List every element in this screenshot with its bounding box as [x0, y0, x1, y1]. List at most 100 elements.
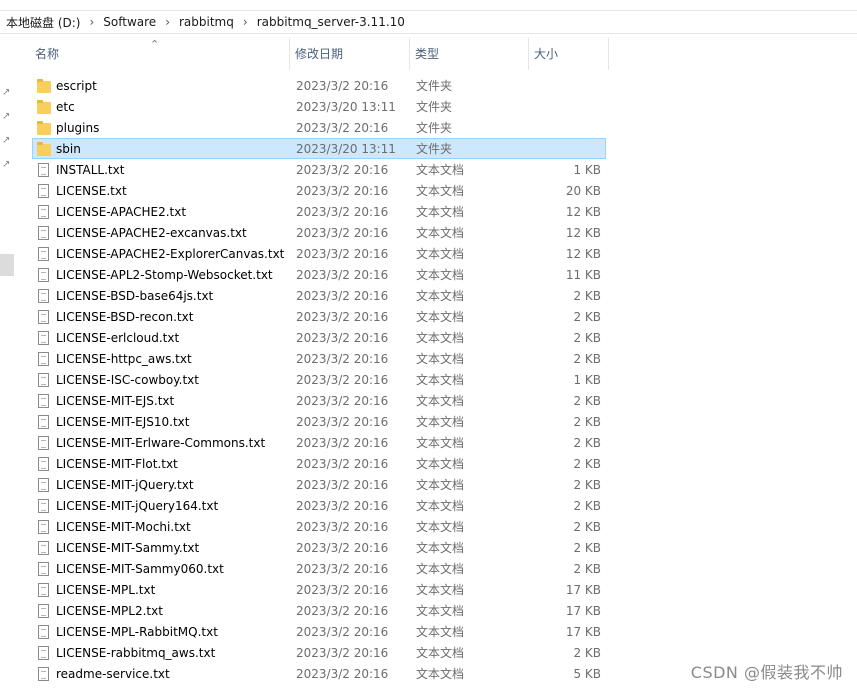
text-file-icon: [38, 373, 49, 387]
file-name: LICENSE-MPL-RabbitMQ.txt: [56, 625, 218, 639]
text-file-icon: [38, 625, 49, 639]
file-row[interactable]: LICENSE.txt 2023/3/2 20:16 文本文档 20 KB: [32, 180, 606, 201]
file-type: 文本文档: [416, 625, 465, 639]
file-date: 2023/3/2 20:16: [296, 373, 389, 387]
file-row[interactable]: LICENSE-rabbitmq_aws.txt 2023/3/2 20:16 文本…: [32, 642, 606, 663]
text-file-icon: [38, 163, 49, 177]
file-row[interactable]: LICENSE-ISC-cowboy.txt 2023/3/2 20:16 文本文档…: [32, 369, 606, 390]
file-name: LICENSE-MIT-jQuery164.txt: [56, 499, 219, 513]
column-header-type[interactable]: 类型: [410, 38, 529, 70]
file-row[interactable]: etc 2023/3/20 13:11 文件夹: [32, 96, 606, 117]
text-file-icon: [38, 562, 49, 576]
text-file-icon: [38, 646, 49, 660]
file-name: LICENSE-BSD-base64js.txt: [56, 289, 214, 303]
file-row[interactable]: LICENSE-MIT-EJS.txt 2023/3/2 20:16 文本文档 2 K…: [32, 390, 606, 411]
file-row[interactable]: LICENSE-MIT-EJS10.txt 2023/3/2 20:16 文本文档 2…: [32, 411, 606, 432]
text-file-icon: [38, 436, 49, 450]
file-size: 2 KB: [573, 415, 601, 429]
file-type: 文本文档: [416, 310, 465, 324]
file-type: 文本文档: [416, 541, 465, 555]
file-type: 文本文档: [416, 247, 465, 261]
file-row[interactable]: LICENSE-MIT-Erlware-Commons.txt 2023/3/2 …: [32, 432, 606, 453]
file-row[interactable]: LICENSE-MPL.txt 2023/3/2 20:16 文本文档 17 KB: [32, 579, 606, 600]
file-size: 17 KB: [565, 604, 601, 618]
breadcrumb-drive[interactable]: 本地磁盘 (D:): [6, 14, 80, 31]
file-date: 2023/3/2 20:16: [296, 583, 389, 597]
text-file-icon: [37, 310, 51, 325]
pin-icon[interactable]: ↗: [2, 160, 12, 170]
pin-icon[interactable]: ↗: [2, 88, 12, 98]
file-name: LICENSE-MIT-EJS.txt: [56, 394, 175, 408]
file-row[interactable]: LICENSE-MIT-Sammy060.txt 2023/3/2 20:16 文本…: [32, 558, 606, 579]
file-date: 2023/3/2 20:16: [296, 247, 389, 261]
text-file-icon: [38, 478, 49, 492]
file-row[interactable]: LICENSE-APACHE2-excanvas.txt 2023/3/2 20:…: [32, 222, 606, 243]
file-row[interactable]: INSTALL.txt 2023/3/2 20:16 文本文档 1 KB: [32, 159, 606, 180]
file-size: 1 KB: [573, 163, 601, 177]
watermark: CSDN @假装我不帅: [690, 663, 843, 682]
file-date: 2023/3/2 20:16: [296, 541, 389, 555]
text-file-icon: [37, 331, 51, 346]
text-file-icon: [38, 331, 49, 345]
file-name: LICENSE-ISC-cowboy.txt: [56, 373, 199, 387]
file-row[interactable]: LICENSE-MIT-jQuery.txt 2023/3/2 20:16 文本文档…: [32, 474, 606, 495]
chevron-right-icon[interactable]: ›: [165, 15, 170, 29]
file-row[interactable]: LICENSE-MIT-Mochi.txt 2023/3/2 20:16 文本文档 2…: [32, 516, 606, 537]
file-type: 文件夹: [416, 79, 453, 93]
file-row[interactable]: plugins 2023/3/2 20:16 文件夹: [32, 117, 606, 138]
file-row[interactable]: escript 2023/3/2 20:16 文件夹: [32, 75, 606, 96]
file-type: 文本文档: [416, 583, 465, 597]
file-row[interactable]: LICENSE-MIT-Flot.txt 2023/3/2 20:16 文本文档 2 …: [32, 453, 606, 474]
file-date: 2023/3/2 20:16: [296, 520, 389, 534]
file-row[interactable]: LICENSE-erlcloud.txt 2023/3/2 20:16 文本文档 2 …: [32, 327, 606, 348]
file-date: 2023/3/2 20:16: [296, 478, 389, 492]
file-row[interactable]: sbin 2023/3/20 13:11 文件夹: [32, 138, 606, 159]
column-header-name[interactable]: ⌃ 名称: [30, 38, 290, 70]
file-name: LICENSE-APACHE2.txt: [56, 205, 187, 219]
column-header-date[interactable]: 修改日期: [290, 38, 410, 70]
file-size: 20 KB: [565, 184, 601, 198]
text-file-icon: [37, 646, 51, 661]
chevron-right-icon[interactable]: ›: [243, 15, 248, 29]
file-type: 文本文档: [416, 646, 465, 660]
sort-ascending-icon: ⌃: [150, 38, 160, 51]
column-header-size[interactable]: 大小: [529, 38, 609, 70]
file-row[interactable]: LICENSE-MPL-RabbitMQ.txt 2023/3/2 20:16 文本…: [32, 621, 606, 642]
file-type: 文本文档: [416, 415, 465, 429]
nav-scrollbar-thumb[interactable]: [0, 254, 14, 276]
file-date: 2023/3/2 20:16: [296, 226, 389, 240]
column-header-size-label: 大小: [534, 47, 559, 61]
file-row[interactable]: LICENSE-APACHE2-ExplorerCanvas.txt 2023/3…: [32, 243, 606, 264]
file-row[interactable]: LICENSE-MPL2.txt 2023/3/2 20:16 文本文档 17 KB: [32, 600, 606, 621]
text-file-icon: [37, 541, 51, 556]
file-name: LICENSE-APL2-Stomp-Websocket.txt: [56, 268, 273, 282]
file-date: 2023/3/2 20:16: [296, 184, 389, 198]
breadcrumb-current-folder[interactable]: rabbitmq_server-3.11.10: [257, 15, 405, 29]
file-row[interactable]: LICENSE-APL2-Stomp-Websocket.txt 2023/3/2…: [32, 264, 606, 285]
breadcrumb-rabbitmq[interactable]: rabbitmq: [179, 15, 234, 29]
text-file-icon: [37, 667, 51, 682]
file-date: 2023/3/2 20:16: [296, 415, 389, 429]
chevron-right-icon[interactable]: ›: [89, 15, 94, 29]
file-row[interactable]: LICENSE-BSD-base64js.txt 2023/3/2 20:16 文本…: [32, 285, 606, 306]
file-date: 2023/3/2 20:16: [296, 121, 389, 135]
file-size: 2 KB: [573, 478, 601, 492]
text-file-icon: [38, 184, 49, 198]
file-row[interactable]: readme-service.txt 2023/3/2 20:16 文本文档 5 KB: [32, 663, 606, 684]
text-file-icon: [37, 268, 51, 283]
pin-icon[interactable]: ↗: [2, 136, 12, 146]
folder-icon: [37, 100, 51, 114]
file-type: 文本文档: [416, 289, 465, 303]
breadcrumb-software[interactable]: Software: [103, 15, 156, 29]
text-file-icon: [37, 352, 51, 367]
file-row[interactable]: LICENSE-MIT-Sammy.txt 2023/3/2 20:16 文本文档 2…: [32, 537, 606, 558]
file-row[interactable]: LICENSE-MIT-jQuery164.txt 2023/3/2 20:16 文…: [32, 495, 606, 516]
file-row[interactable]: LICENSE-httpc_aws.txt 2023/3/2 20:16 文本文档 2…: [32, 348, 606, 369]
folder-icon: [37, 121, 51, 135]
file-row[interactable]: LICENSE-BSD-recon.txt 2023/3/2 20:16 文本文档 2…: [32, 306, 606, 327]
file-row[interactable]: LICENSE-APACHE2.txt 2023/3/2 20:16 文本文档 12 …: [32, 201, 606, 222]
file-type: 文本文档: [416, 352, 465, 366]
file-size: 2 KB: [573, 541, 601, 555]
folder-icon: [37, 100, 51, 115]
pin-icon[interactable]: ↗: [2, 112, 12, 122]
